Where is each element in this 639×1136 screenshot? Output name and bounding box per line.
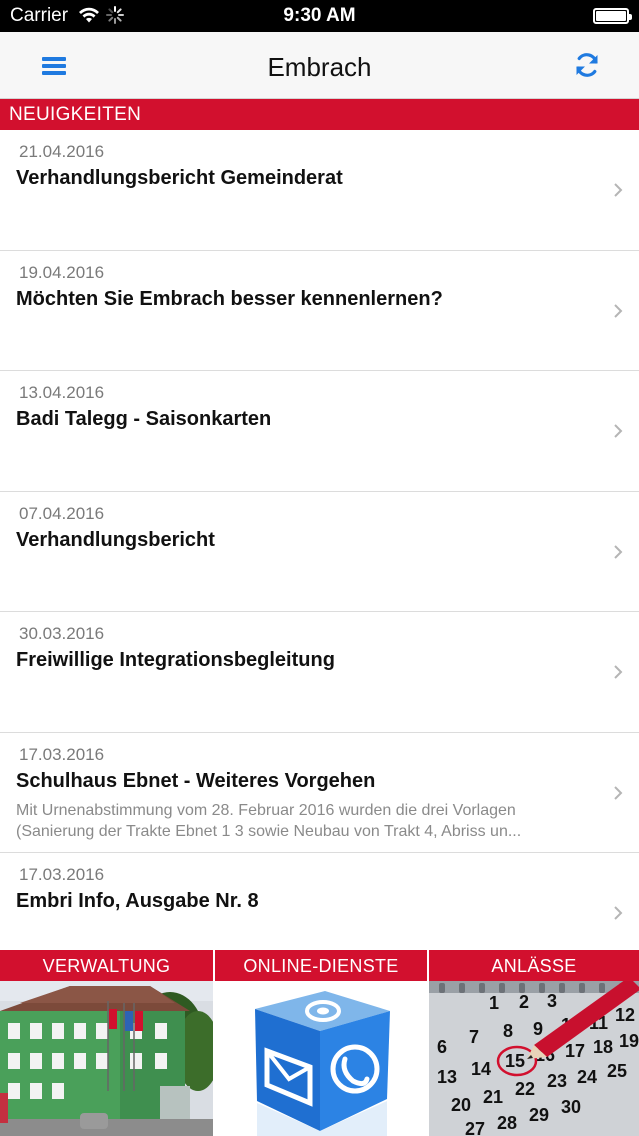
navigation-bar: Embrach xyxy=(0,32,639,99)
tile-label: ANLÄSSE xyxy=(429,950,639,981)
chevron-right-icon xyxy=(614,424,623,438)
page-title: Embrach xyxy=(267,52,372,82)
chevron-right-icon xyxy=(614,906,623,920)
calendar-number: 22 xyxy=(515,1079,535,1099)
news-item[interactable]: 21.04.2016 Verhandlungsbericht Gemeinder… xyxy=(0,130,639,251)
calendar-number: 9 xyxy=(533,1019,543,1039)
news-item[interactable]: 07.04.2016 Verhandlungsbericht xyxy=(0,491,639,612)
calendar-number: 24 xyxy=(577,1067,597,1087)
news-date: 30.03.2016 xyxy=(19,624,105,643)
calendar-number: 25 xyxy=(607,1061,627,1081)
calendar-number: 17 xyxy=(565,1041,585,1061)
battery-icon xyxy=(593,8,632,24)
news-item[interactable]: 30.03.2016 Freiwillige Integrationsbegle… xyxy=(0,612,639,733)
calendar-number: 28 xyxy=(497,1113,517,1133)
tile-verwaltung[interactable]: VERWALTUNG xyxy=(0,950,213,1136)
news-excerpt-line: (Sanierung der Trakte Ebnet 1 3 sowie Ne… xyxy=(16,822,522,840)
tile-anlaesse[interactable]: ANLÄSSE 1 2 3 6 7 8 9 10 11 12 13 14 15 xyxy=(429,950,639,1136)
calendar-number: 20 xyxy=(451,1095,471,1115)
news-date: 19.04.2016 xyxy=(19,262,105,282)
calendar-number: 15 xyxy=(505,1051,525,1071)
calendar-number: 7 xyxy=(469,1027,479,1047)
news-title: Embri Info, Ausgabe Nr. 8 xyxy=(16,890,259,912)
news-date: 13.04.2016 xyxy=(19,383,105,402)
chevron-right-icon xyxy=(614,665,623,679)
news-list: 21.04.2016 Verhandlungsbericht Gemeinder… xyxy=(0,130,639,974)
news-date: 21.04.2016 xyxy=(19,142,105,161)
news-title: Badi Talegg - Saisonkarten xyxy=(16,408,272,430)
chevron-right-icon xyxy=(614,183,623,197)
tile-label: VERWALTUNG xyxy=(0,950,213,981)
contact-cube-email-phone-icon xyxy=(215,981,427,1136)
calendar-number: 23 xyxy=(547,1071,567,1091)
chevron-right-icon xyxy=(614,544,623,559)
news-title: Schulhaus Ebnet - Weiteres Vorgehen xyxy=(16,769,376,792)
chevron-right-icon xyxy=(614,303,623,318)
calendar-with-red-pen-photo: 1 2 3 6 7 8 9 10 11 12 13 14 15 16 17 18… xyxy=(429,981,639,1136)
tile-label: ONLINE-DIENSTE xyxy=(215,950,427,981)
town-hall-building-photo xyxy=(0,981,213,1136)
calendar-number: 2 xyxy=(519,992,529,1012)
calendar-number: 27 xyxy=(465,1119,485,1136)
tile-online-dienste[interactable]: ONLINE-DIENSTE xyxy=(215,950,427,1136)
news-title: Verhandlungsbericht Gemeinderat xyxy=(16,167,343,189)
news-item[interactable]: 17.03.2016 Schulhaus Ebnet - Weiteres Vo… xyxy=(0,732,639,853)
status-bar: Carrier 9:30 AM xyxy=(0,0,639,32)
calendar-number: 6 xyxy=(437,1037,447,1057)
news-excerpt: Mit Urnenabstimmung vom 28. Februar 2016… xyxy=(16,800,596,842)
refresh-icon[interactable] xyxy=(573,51,601,79)
news-excerpt-line: Mit Urnenabstimmung vom 28. Februar 2016… xyxy=(16,801,516,819)
calendar-number: 1 xyxy=(489,993,499,1013)
news-title: Verhandlungsbericht xyxy=(16,528,215,551)
news-title: Freiwillige Integrationsbegleitung xyxy=(16,649,335,671)
calendar-number: 30 xyxy=(561,1097,581,1117)
calendar-number: 29 xyxy=(529,1105,549,1125)
chevron-right-icon xyxy=(614,785,623,800)
news-title: Möchten Sie Embrach besser kennenlernen? xyxy=(16,287,443,310)
news-item[interactable]: 19.04.2016 Möchten Sie Embrach besser ke… xyxy=(0,250,639,371)
calendar-number: 3 xyxy=(547,991,557,1011)
calendar-number: 19 xyxy=(619,1031,639,1051)
news-item[interactable]: 13.04.2016 Badi Talegg - Saisonkarten xyxy=(0,371,639,492)
calendar-number: 12 xyxy=(615,1005,635,1025)
calendar-number: 18 xyxy=(593,1037,613,1057)
news-date: 07.04.2016 xyxy=(19,503,105,523)
calendar-number: 8 xyxy=(503,1021,513,1041)
section-header-news: NEUIGKEITEN xyxy=(0,99,639,130)
clock: 9:30 AM xyxy=(283,5,356,26)
calendar-number: 21 xyxy=(483,1087,503,1107)
calendar-number: 13 xyxy=(437,1067,457,1087)
news-date: 17.03.2016 xyxy=(19,865,105,884)
news-date: 17.03.2016 xyxy=(19,744,105,764)
calendar-number: 14 xyxy=(471,1059,491,1079)
bottom-tiles: VERWALTUNG ONLINE-DIENSTE ANLÄSSE 1 2 3 … xyxy=(0,950,639,1136)
